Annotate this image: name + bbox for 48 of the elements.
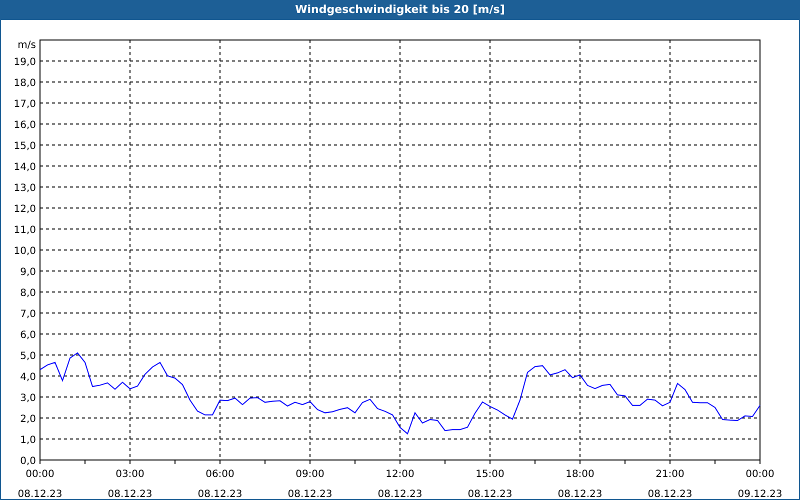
x-tick-date: 09.12.23 xyxy=(738,489,782,499)
y-tick-label: 6,0 xyxy=(20,330,36,341)
x-tick-time: 21:00 xyxy=(656,469,684,480)
y-tick-label: 18,0 xyxy=(14,78,36,89)
y-tick-label: 14,0 xyxy=(14,162,36,173)
x-tick-time: 15:00 xyxy=(476,469,504,480)
y-tick-label: 13,0 xyxy=(14,183,36,194)
y-tick-label: 11,0 xyxy=(14,225,36,236)
y-tick-label: 8,0 xyxy=(20,288,36,299)
x-tick-date: 08.12.23 xyxy=(288,489,332,499)
x-tick-time: 00:00 xyxy=(746,469,774,480)
y-tick-label: 17,0 xyxy=(14,99,36,110)
x-tick-mark xyxy=(624,460,626,464)
y-tick-label: 7,0 xyxy=(20,309,36,320)
y-tick-label: 3,0 xyxy=(20,393,36,404)
x-tick-time: 12:00 xyxy=(386,469,414,480)
x-tick-date: 08.12.23 xyxy=(558,489,602,499)
y-tick-label: 1,0 xyxy=(20,435,36,446)
y-tick-label: 10,0 xyxy=(14,246,36,257)
y-tick-label: 16,0 xyxy=(14,120,36,131)
y-tick-label: 4,0 xyxy=(20,372,36,383)
x-tick-mark xyxy=(84,460,86,464)
x-tick-date: 08.12.23 xyxy=(378,489,422,499)
y-axis-unit: m/s xyxy=(18,40,36,51)
x-tick-date: 08.12.23 xyxy=(18,489,62,499)
x-tick-time: 03:00 xyxy=(116,469,144,480)
y-tick-label: 2,0 xyxy=(20,414,36,425)
x-tick-time: 09:00 xyxy=(296,469,324,480)
y-tick-label: 19,0 xyxy=(14,57,36,68)
x-tick-time: 00:00 xyxy=(26,469,54,480)
x-tick-mark xyxy=(534,460,536,464)
y-tick-label: 5,0 xyxy=(20,351,36,362)
x-tick-date: 08.12.23 xyxy=(468,489,512,499)
y-tick-label: 9,0 xyxy=(20,267,36,278)
y-tick-label: 15,0 xyxy=(14,141,36,152)
title-bar: Windgeschwindigkeit bis 20 [m/s] xyxy=(0,0,800,20)
x-tick-mark xyxy=(714,460,716,464)
x-tick-date: 08.12.23 xyxy=(198,489,242,499)
x-tick-date: 08.12.23 xyxy=(648,489,692,499)
x-tick-date: 08.12.23 xyxy=(108,489,152,499)
x-tick-mark xyxy=(444,460,446,464)
x-tick-mark xyxy=(174,460,176,464)
y-tick-label: 12,0 xyxy=(14,204,36,215)
x-tick-mark xyxy=(264,460,266,464)
y-tick-label: 0,0 xyxy=(20,456,36,467)
x-tick-time: 06:00 xyxy=(206,469,234,480)
x-tick-time: 18:00 xyxy=(566,469,594,480)
x-tick-mark xyxy=(354,460,356,464)
